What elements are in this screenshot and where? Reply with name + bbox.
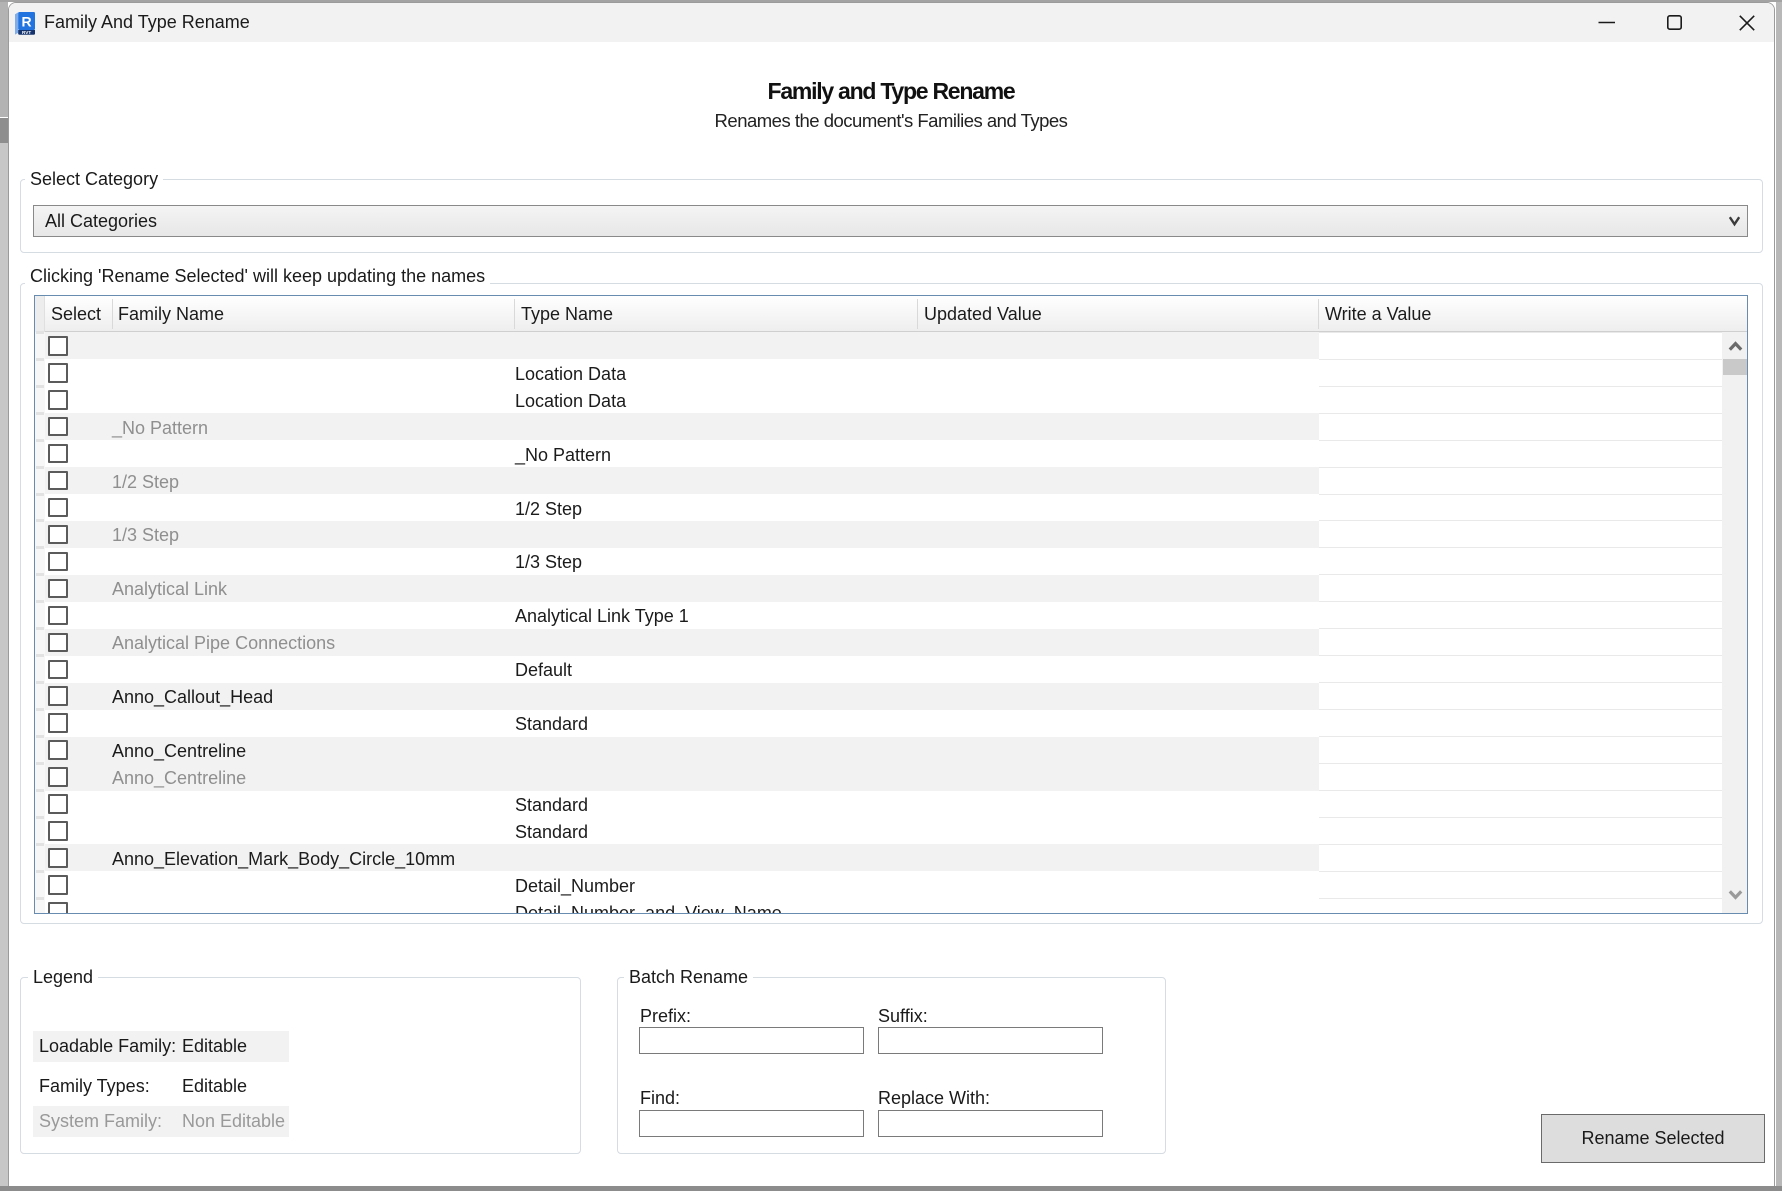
svg-text:R: R — [22, 14, 32, 30]
svg-text:RVT: RVT — [22, 30, 31, 35]
